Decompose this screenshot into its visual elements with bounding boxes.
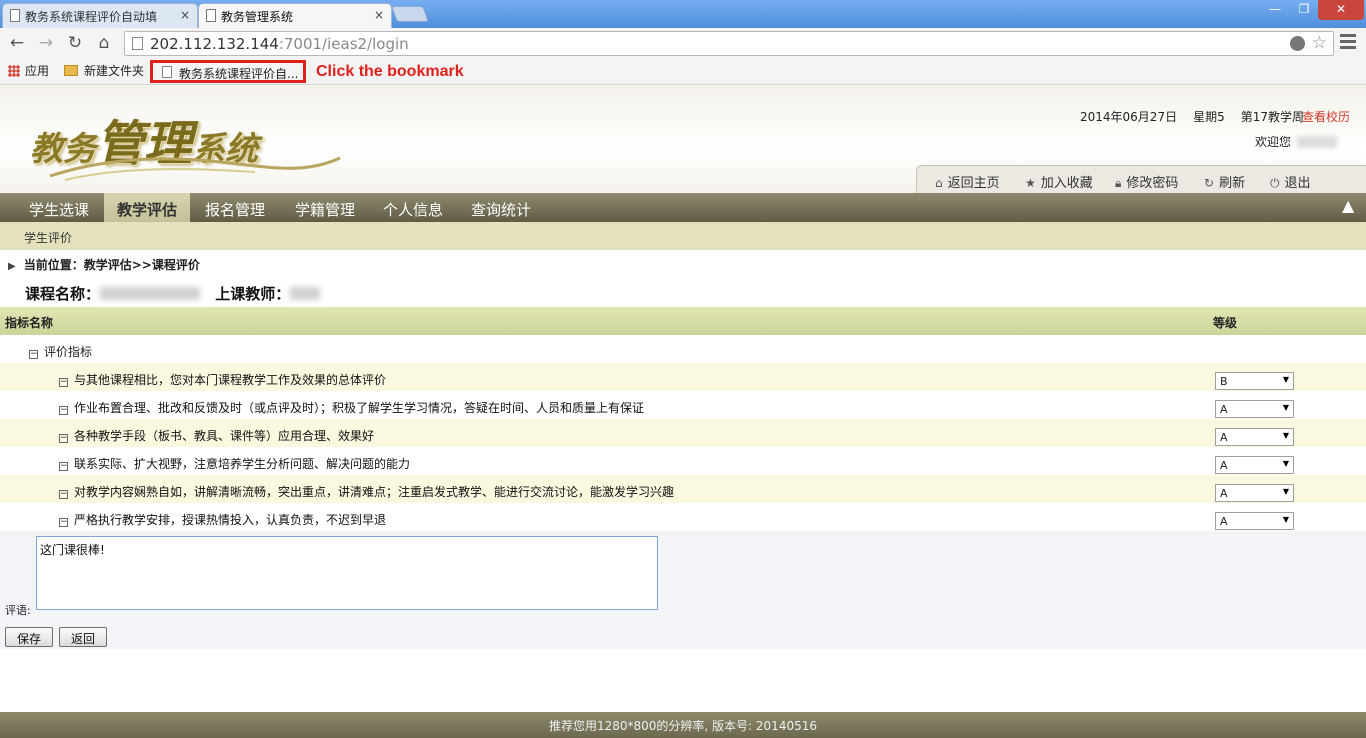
page-icon: [10, 9, 20, 22]
page-icon: [206, 9, 216, 22]
home-icon[interactable]: ⌂: [93, 32, 115, 54]
breadcrumb: ▶ 当前位置：教学评估>>课程评价: [8, 258, 200, 272]
power-icon: ⏻: [1270, 176, 1280, 190]
bookmark-apps[interactable]: 应用: [8, 62, 49, 79]
nav-personal-info[interactable]: 个人信息: [370, 193, 456, 222]
table-row: − 严格执行教学安排，授课热情投入，认真负责，不迟到早退 A ▼: [0, 503, 1366, 531]
calendar-link[interactable]: 查看校历: [1302, 108, 1350, 125]
comment-textarea[interactable]: 这门课很棒!: [36, 536, 658, 610]
logout-link[interactable]: ⏻ 退出: [1270, 172, 1311, 191]
grade-select[interactable]: A ▼: [1215, 456, 1294, 474]
collapse-minus-icon[interactable]: −: [59, 462, 68, 471]
tab-title: 教务系统课程评价自动填: [25, 10, 158, 24]
refresh-icon: ↻: [1204, 176, 1215, 190]
lock-icon: 🔒︎: [1115, 176, 1122, 190]
chevron-down-icon: ▼: [1282, 515, 1289, 524]
nav-query-stats[interactable]: 查询统计: [458, 193, 544, 222]
page-icon: [162, 66, 172, 78]
collapse-minus-icon[interactable]: −: [59, 490, 68, 499]
grade-select[interactable]: A ▼: [1215, 512, 1294, 530]
course-info: 课程名称： 上课教师：: [25, 283, 321, 304]
page-icon: [132, 37, 143, 50]
bookmarks-bar: 应用 新建文件夹 教务系统课程评价自...: [0, 58, 1366, 85]
forward-arrow-icon[interactable]: →: [35, 32, 57, 54]
tab-title: 教务管理系统: [221, 10, 294, 24]
welcome-text: 欢迎您: [1255, 133, 1338, 150]
table-row: − 联系实际、扩大视野，注意培养学生分析问题、解决问题的能力 A ▼: [0, 447, 1366, 475]
change-password-link[interactable]: 🔒︎ 修改密码: [1115, 172, 1178, 191]
main-nav: 学生选课 教学评估 报名管理 学籍管理 个人信息 查询统计: [0, 193, 1366, 222]
folder-icon: [64, 65, 78, 76]
comment-label: 评语:: [5, 604, 31, 617]
grade-select[interactable]: B ▼: [1215, 372, 1294, 390]
footer: 推荐您用1280*800的分辨率, 版本号: 20140516: [0, 712, 1366, 738]
home-icon: ⌂: [935, 176, 943, 190]
table-header: 指标名称 等级: [0, 307, 1366, 335]
nav-teaching-eval[interactable]: 教学评估: [104, 193, 190, 222]
collapse-minus-icon[interactable]: −: [59, 434, 68, 443]
star-icon: ★: [1025, 176, 1036, 190]
browser-tabstrip: 教务系统课程评价自动填 × 教务管理系统 × — ❐ ✕: [0, 0, 1366, 28]
browser-tab-1[interactable]: 教务系统课程评价自动填 ×: [2, 3, 198, 28]
reload-icon[interactable]: ↻: [64, 32, 86, 54]
home-link[interactable]: ⌂ 返回主页: [935, 172, 1000, 191]
collapse-minus-icon[interactable]: −: [59, 378, 68, 387]
chevron-down-icon: ▼: [1282, 375, 1289, 384]
apps-grid-icon: [8, 65, 20, 77]
table-row: − 与其他课程相比，您对本门课程教学工作及效果的总体评价 B ▼: [0, 363, 1366, 391]
extension-icon[interactable]: [1290, 36, 1305, 51]
current-date: 2014年06月27日 星期5 第17教学周: [1080, 110, 1305, 124]
chevron-down-icon: ▼: [1282, 487, 1289, 496]
triangle-right-icon: ▶: [8, 261, 16, 272]
back-arrow-icon[interactable]: ←: [6, 32, 28, 54]
chevron-down-icon: ▼: [1282, 431, 1289, 440]
star-icon[interactable]: ☆: [1312, 33, 1327, 53]
close-icon[interactable]: ×: [180, 8, 190, 22]
chevron-down-icon: ▼: [1282, 459, 1289, 468]
collapse-minus-icon[interactable]: −: [59, 406, 68, 415]
refresh-link[interactable]: ↻ 刷新: [1204, 172, 1245, 191]
annotation-text: Click the bookmark: [316, 63, 464, 80]
window-close-button[interactable]: ✕: [1318, 0, 1364, 20]
close-icon[interactable]: ×: [374, 8, 384, 22]
course-name-blurred: [100, 287, 201, 300]
back-button[interactable]: 返回: [59, 627, 107, 647]
maximize-button[interactable]: ❐: [1290, 0, 1318, 20]
nav-student-course[interactable]: 学生选课: [16, 193, 102, 222]
favorite-link[interactable]: ★ 加入收藏: [1025, 172, 1093, 191]
column-header-grade: 等级: [1213, 316, 1238, 330]
grade-select[interactable]: A ▼: [1215, 484, 1294, 502]
grade-select[interactable]: A ▼: [1215, 400, 1294, 418]
menu-icon[interactable]: [1340, 34, 1356, 52]
chevron-down-icon: ▼: [1282, 403, 1289, 412]
table-row: − 作业布置合理、批改和反馈及时（或点评及时）；积极了解学生学习情况，答疑在时间、…: [0, 391, 1366, 419]
address-bar[interactable]: 202.112.132.144:7001/ieas2/login ☆: [124, 31, 1334, 56]
sub-nav: 学生评价: [0, 222, 1366, 250]
collapse-minus-icon[interactable]: −: [29, 350, 38, 359]
table-row: − 对教学内容娴熟自如，讲解清晰流畅，突出重点，讲清难点；注重启发式教学、能进行交…: [0, 475, 1366, 503]
minimize-button[interactable]: —: [1260, 0, 1290, 20]
new-tab-button[interactable]: [391, 6, 429, 22]
save-button[interactable]: 保存: [5, 627, 53, 647]
bookmark-folder[interactable]: 新建文件夹: [64, 62, 144, 79]
collapse-minus-icon[interactable]: −: [59, 518, 68, 527]
teacher-name-blurred: [290, 287, 321, 300]
browser-tab-2[interactable]: 教务管理系统 ×: [198, 3, 392, 28]
sub-nav-student-eval[interactable]: 学生评价: [24, 229, 72, 246]
url-text: 202.112.132.144:7001/ieas2/login: [150, 35, 409, 53]
table-group-row: − 评价指标: [0, 335, 1366, 363]
logo-swoosh: [49, 156, 341, 181]
collapse-icon[interactable]: ▲: [1342, 196, 1354, 215]
bookmark-course-eval[interactable]: 教务系统课程评价自...: [150, 60, 306, 83]
table-row: − 各种教学手段（板书、教具、课件等）应用合理、效果好 A ▼: [0, 419, 1366, 447]
column-header-name: 指标名称: [5, 316, 54, 330]
nav-student-status[interactable]: 学籍管理: [282, 193, 368, 222]
nav-registration[interactable]: 报名管理: [192, 193, 278, 222]
grade-select[interactable]: A ▼: [1215, 428, 1294, 446]
quick-links-bar: ⌂ 返回主页 ★ 加入收藏 🔒︎ 修改密码 ↻ 刷新 ⏻ 退出: [916, 165, 1366, 193]
username-blurred: [1297, 136, 1338, 148]
